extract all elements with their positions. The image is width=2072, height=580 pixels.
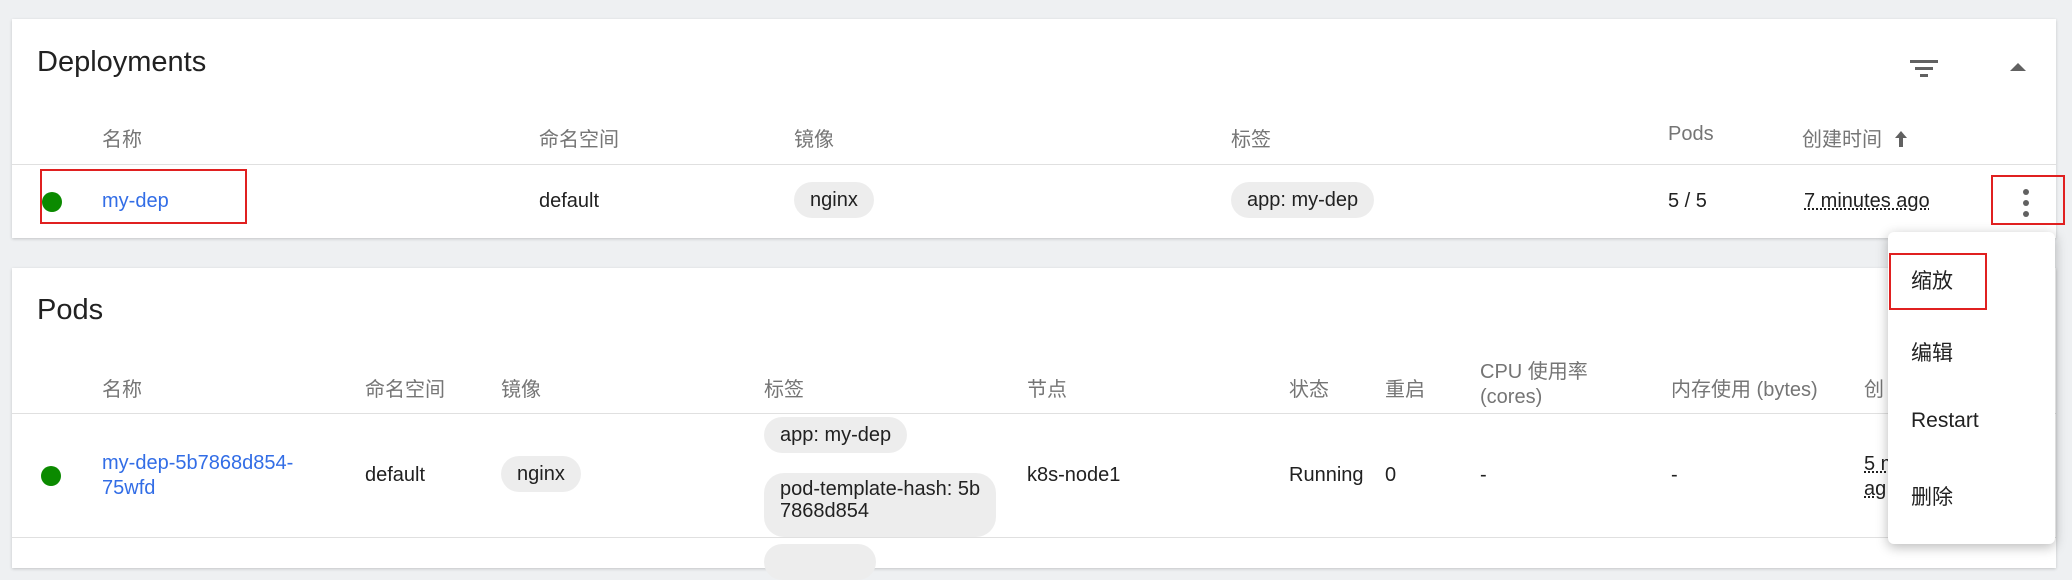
pod-label-chip: app: my-dep (764, 417, 908, 453)
caret-up-icon[interactable] (2003, 55, 2033, 79)
deploy-header-created[interactable]: 创建时间 (1802, 123, 1910, 152)
menu-item-edit[interactable]: 编辑 (1911, 337, 1953, 367)
pod-header-status: 状态 (1289, 379, 1329, 401)
deployments-title: Deployments (37, 46, 207, 78)
pod-row-divider (12, 537, 2056, 538)
menu-item-delete[interactable]: 删除 (1911, 481, 1953, 511)
pod-header-created: 创 (1864, 379, 1884, 401)
deployment-created: 7 minutes ago (1804, 190, 1930, 212)
pod-header-node: 节点 (1027, 379, 1067, 401)
deployments-card: Deployments 名称 命名空间 镜像 标签 Pods 创建时间 my-d… (12, 19, 2056, 238)
deploy-header-divider (12, 164, 2056, 165)
pod-image-chip: nginx (501, 456, 581, 492)
highlight-more-button (1991, 175, 2065, 225)
deploy-header-pods: Pods (1668, 123, 1714, 145)
pod-header-cpu-line2: (cores) (1480, 386, 1543, 408)
deploy-header-image: 镜像 (794, 129, 834, 151)
pod-namespace: default (365, 464, 426, 486)
pod-name-link[interactable]: my-dep-5b7868d854- 75wfd (102, 451, 293, 501)
highlight-deployment-name (40, 169, 247, 224)
deployment-pods: 5 / 5 (1668, 190, 1707, 212)
pod-header-namespace: 命名空间 (365, 379, 445, 401)
pod-header-labels: 标签 (764, 379, 804, 401)
deployment-image-chip: nginx (794, 182, 874, 218)
pods-title: Pods (37, 294, 104, 326)
pod-name-line1: my-dep-5b7868d854- (102, 452, 294, 474)
pod-status: Running (1289, 464, 1364, 486)
deployment-namespace: default (539, 190, 600, 212)
filter-icon[interactable] (1907, 53, 1943, 83)
deployment-label-chip: app: my-dep (1231, 182, 1375, 218)
pod-memory: - (1671, 464, 1678, 486)
pod-restarts: 0 (1385, 464, 1397, 486)
pod-header-cpu: CPU 使用率 (cores) (1480, 360, 1588, 410)
pod-header-restarts: 重启 (1385, 379, 1425, 401)
pod-label-hash-line2: 7868d854 (780, 500, 869, 522)
deploy-header-labels: 标签 (1231, 129, 1271, 151)
menu-item-restart[interactable]: Restart (1911, 409, 1979, 433)
pod-next-row-chip (764, 544, 876, 580)
pod-label-chip-hash: pod-template-hash: 5b 7868d854 (764, 473, 997, 537)
pod-header-memory: 内存使用 (bytes) (1671, 379, 1818, 401)
deploy-header-name: 名称 (102, 129, 142, 151)
pods-card: Pods 名称 命名空间 镜像 标签 节点 状态 重启 CPU 使用率 (cor… (12, 268, 2056, 580)
pod-header-cpu-line1: CPU 使用率 (1480, 361, 1588, 383)
pod-cpu: - (1480, 464, 1487, 486)
pod-header-image: 镜像 (501, 379, 541, 401)
pod-node: k8s-node1 (1027, 464, 1121, 486)
deploy-header-created-label: 创建时间 (1802, 129, 1882, 151)
deploy-header-namespace: 命名空间 (539, 129, 619, 151)
arrow-up-icon (1894, 131, 1907, 147)
status-ok-icon (41, 466, 61, 486)
pod-header-name: 名称 (102, 379, 142, 401)
pod-label-hash-line1: pod-template-hash: 5b (780, 478, 981, 500)
pod-header-divider (12, 413, 2056, 414)
pod-name-line2: 75wfd (102, 477, 156, 499)
highlight-scale-item (1889, 253, 1987, 310)
